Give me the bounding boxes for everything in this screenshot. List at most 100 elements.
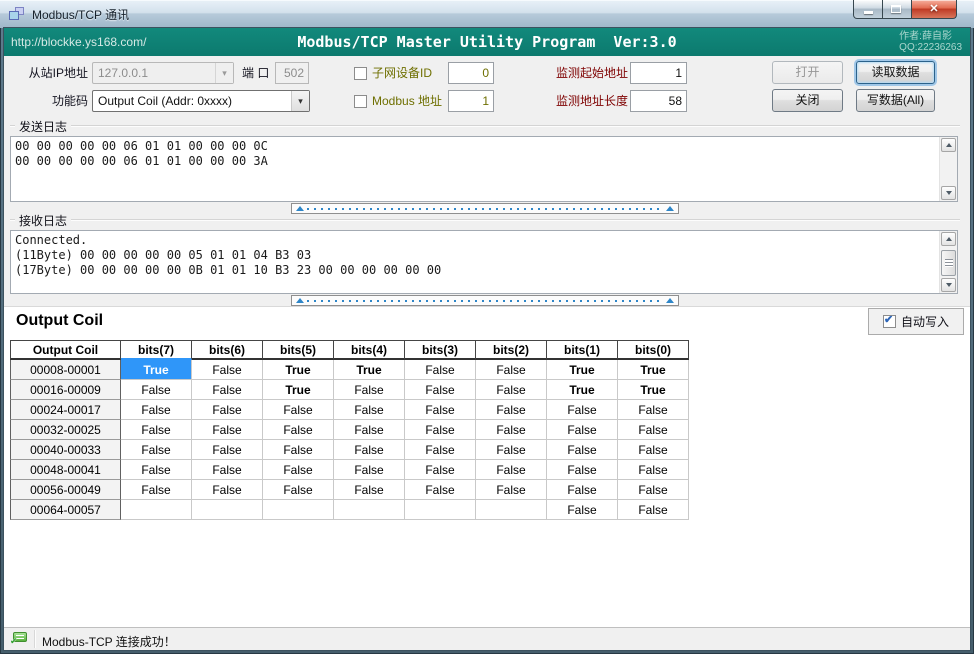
coil-cell[interactable] (192, 500, 263, 520)
column-header[interactable]: bits(5) (263, 340, 334, 360)
coil-cell[interactable]: False (618, 500, 689, 520)
row-header[interactable]: 00048-00041 (10, 460, 121, 480)
receive-log-vscrollbar[interactable] (939, 231, 957, 293)
coil-cell[interactable]: False (618, 460, 689, 480)
coil-cell[interactable]: False (263, 440, 334, 460)
coil-cell[interactable] (334, 500, 405, 520)
coil-cell[interactable] (476, 500, 547, 520)
coil-cell[interactable]: False (476, 440, 547, 460)
coil-cell[interactable]: False (547, 460, 618, 480)
scroll-down-icon[interactable] (941, 186, 956, 200)
maximize-button[interactable] (883, 0, 911, 19)
coil-cell[interactable]: False (334, 380, 405, 400)
scroll-thumb[interactable] (941, 250, 956, 276)
modbus-addr-input[interactable] (448, 90, 494, 112)
monitor-length-input[interactable] (630, 90, 687, 112)
titlebar[interactable]: Modbus/TCP 通讯 ✕ (0, 0, 974, 28)
receive-log-box[interactable]: Connected. (11Byte) 00 00 00 00 00 05 01… (10, 230, 958, 294)
coil-cell[interactable]: False (618, 400, 689, 420)
coil-cell[interactable] (263, 500, 334, 520)
coil-cell[interactable]: False (334, 480, 405, 500)
coil-cell[interactable]: False (334, 440, 405, 460)
coil-cell[interactable]: False (192, 360, 263, 380)
column-header[interactable]: bits(3) (405, 340, 476, 360)
coil-cell[interactable]: True (547, 380, 618, 400)
send-log-box[interactable]: 00 00 00 00 00 06 01 01 00 00 00 0C 00 0… (10, 136, 958, 202)
open-button[interactable]: 打开 (772, 61, 843, 84)
coil-cell[interactable]: False (618, 480, 689, 500)
coil-cell[interactable]: False (476, 380, 547, 400)
coil-cell[interactable]: True (263, 360, 334, 380)
column-header[interactable]: bits(4) (334, 340, 405, 360)
coil-cell[interactable]: False (334, 460, 405, 480)
send-log-hscrollbar[interactable] (291, 203, 679, 214)
coil-cell[interactable]: False (192, 480, 263, 500)
coil-cell[interactable]: False (192, 460, 263, 480)
row-header[interactable]: 00016-00009 (10, 380, 121, 400)
subnet-id-checkbox[interactable] (354, 67, 367, 80)
column-header[interactable]: bits(2) (476, 340, 547, 360)
slave-ip-select[interactable]: 127.0.0.1 ▾ (92, 62, 234, 84)
coil-cell[interactable]: False (547, 420, 618, 440)
coil-cell[interactable] (405, 500, 476, 520)
port-input[interactable] (275, 62, 309, 84)
coil-cell[interactable]: True (547, 360, 618, 380)
coil-cell[interactable]: False (121, 400, 192, 420)
send-log-vscrollbar[interactable] (939, 137, 957, 201)
coil-cell[interactable]: False (618, 420, 689, 440)
row-header[interactable]: 00008-00001 (10, 360, 121, 380)
coil-cell[interactable]: True (334, 360, 405, 380)
coil-cell[interactable]: False (121, 480, 192, 500)
coil-cell[interactable]: False (192, 400, 263, 420)
coil-cell[interactable]: False (547, 500, 618, 520)
scroll-up-icon[interactable] (941, 232, 956, 246)
modbus-addr-checkbox[interactable] (354, 95, 367, 108)
column-header[interactable]: bits(1) (547, 340, 618, 360)
coil-cell[interactable]: False (476, 420, 547, 440)
coil-cell[interactable]: False (334, 400, 405, 420)
column-header[interactable]: bits(0) (618, 340, 689, 360)
coil-cell[interactable]: False (405, 480, 476, 500)
coil-cell[interactable]: False (121, 420, 192, 440)
coil-cell[interactable]: False (192, 380, 263, 400)
coil-cell[interactable]: False (547, 440, 618, 460)
coil-cell[interactable]: False (476, 460, 547, 480)
coil-cell[interactable]: True (618, 380, 689, 400)
coil-cell[interactable]: True (121, 360, 192, 380)
receive-log-hscrollbar[interactable] (291, 295, 679, 306)
coil-cell[interactable]: False (263, 480, 334, 500)
coil-cell[interactable]: False (405, 360, 476, 380)
close-button[interactable]: ✕ (911, 0, 957, 19)
coil-cell[interactable]: False (405, 380, 476, 400)
coil-cell[interactable]: False (618, 440, 689, 460)
coil-cell[interactable]: False (547, 480, 618, 500)
scroll-down-icon[interactable] (941, 278, 956, 292)
column-header[interactable]: bits(7) (121, 340, 192, 360)
scroll-up-icon[interactable] (941, 138, 956, 152)
coil-cell[interactable]: False (476, 480, 547, 500)
coil-cell[interactable]: False (121, 380, 192, 400)
auto-write-checkbox[interactable]: ✔ (883, 315, 896, 328)
close-connection-button[interactable]: 关闭 (772, 89, 843, 112)
coil-cell[interactable]: False (476, 360, 547, 380)
coil-cell[interactable]: False (476, 400, 547, 420)
subnet-id-input[interactable] (448, 62, 494, 84)
coil-cell[interactable]: False (405, 400, 476, 420)
coil-cell[interactable]: True (263, 380, 334, 400)
coil-cell[interactable]: False (263, 420, 334, 440)
row-header[interactable]: 00056-00049 (10, 480, 121, 500)
coil-cell[interactable]: False (405, 460, 476, 480)
coil-cell[interactable]: False (121, 440, 192, 460)
minimize-button[interactable] (853, 0, 883, 19)
function-code-select[interactable]: Output Coil (Addr: 0xxxx) ▾ (92, 90, 310, 112)
coil-cell[interactable]: False (405, 420, 476, 440)
coil-cell[interactable]: True (618, 360, 689, 380)
coil-cell[interactable]: False (334, 420, 405, 440)
coil-cell[interactable]: False (405, 440, 476, 460)
coil-cell[interactable]: False (263, 400, 334, 420)
write-data-button[interactable]: 写数据(All) (856, 89, 935, 112)
row-header[interactable]: 00032-00025 (10, 420, 121, 440)
coil-cell[interactable]: False (547, 400, 618, 420)
row-header[interactable]: 00024-00017 (10, 400, 121, 420)
coil-cell[interactable]: False (192, 440, 263, 460)
